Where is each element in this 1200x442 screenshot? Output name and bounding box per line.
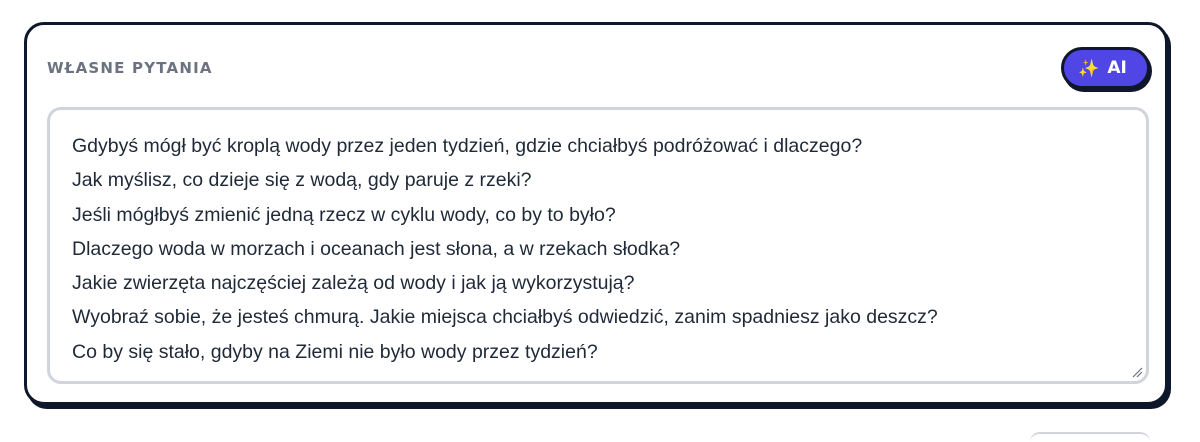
question-line: Co by się stało, gdyby na Ziemi nie było…: [72, 340, 598, 363]
question-line: Wyobraź sobie, że jesteś chmurą. Jakie m…: [72, 306, 938, 329]
question-line: Jakie zwierzęta najczęściej zależą od wo…: [72, 272, 635, 295]
ai-generate-button[interactable]: ✨ AI: [1061, 47, 1150, 89]
question-line: Dlaczego woda w morzach i oceanach jest …: [72, 237, 681, 260]
section-title: WŁASNE PYTANIA: [47, 59, 213, 77]
sparkles-icon: ✨: [1078, 58, 1100, 78]
questions-textarea[interactable]: Gdybyś mógł być kroplą wody przez jeden …: [47, 107, 1149, 384]
question-line: Jeśli mógłbyś zmienić jedną rzecz w cykl…: [72, 203, 616, 226]
questions-text[interactable]: Gdybyś mógł być kroplą wody przez jeden …: [72, 129, 1130, 381]
resize-handle-icon[interactable]: [1132, 367, 1143, 378]
next-card-edge: [1030, 432, 1150, 442]
ai-button-label: AI: [1107, 58, 1127, 78]
question-line: Gdybyś mógł być kroplą wody przez jeden …: [72, 135, 863, 157]
question-line: Jak myślisz, co dzieje się z wodą, gdy p…: [72, 169, 532, 192]
custom-questions-card: WŁASNE PYTANIA ✨ AI Gdybyś mógł być krop…: [24, 22, 1168, 405]
